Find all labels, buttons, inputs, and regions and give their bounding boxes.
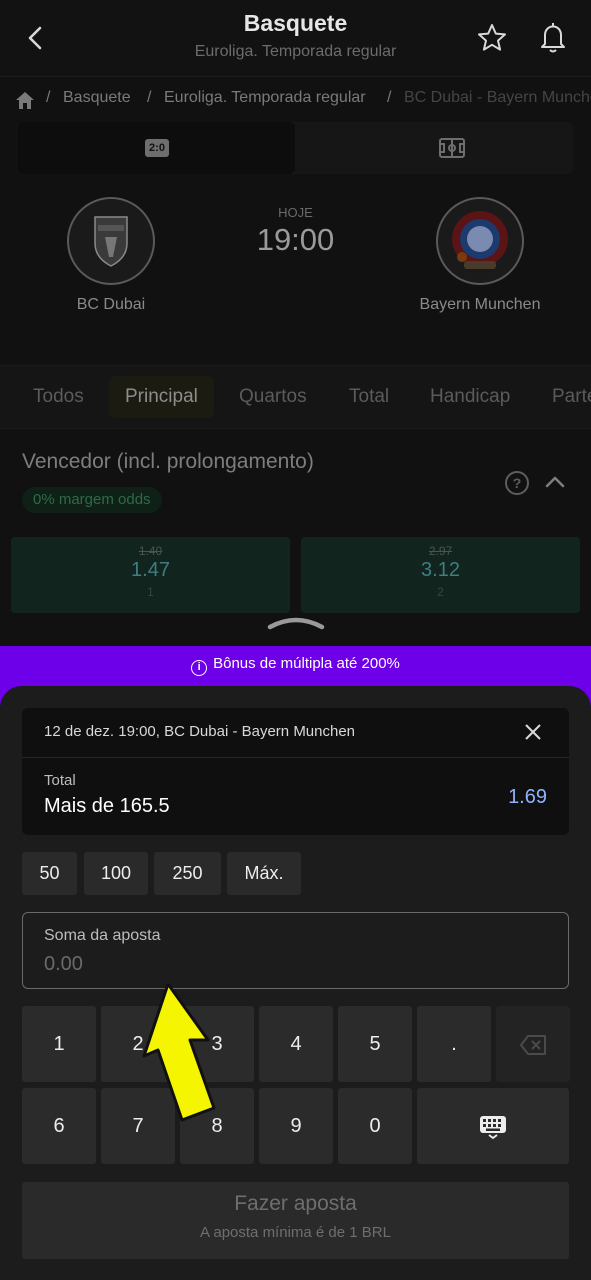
promo-content: i Bônus de múltipla até 200% bbox=[0, 655, 591, 676]
help-icon[interactable]: ? bbox=[505, 471, 529, 495]
bet-market: Total bbox=[44, 772, 76, 789]
breadcrumb-separator: / bbox=[147, 89, 152, 106]
chevron-up-icon[interactable] bbox=[544, 474, 566, 490]
place-bet-button[interactable]: Fazer aposta A aposta mínima é de 1 BRL bbox=[22, 1182, 569, 1259]
bet-outcome: Mais de 165.5 bbox=[44, 795, 170, 817]
key-9[interactable]: 9 bbox=[259, 1088, 333, 1164]
match-day: HOJE bbox=[278, 205, 313, 220]
close-icon[interactable] bbox=[523, 722, 543, 742]
annotation-arrow-icon bbox=[142, 984, 216, 1122]
scoreboard-view-tab[interactable]: 2:0 bbox=[18, 122, 295, 174]
away-team-name: Bayern Munchen bbox=[419, 296, 541, 313]
previous-odd: 1.40 bbox=[138, 544, 163, 558]
breadcrumb: / Basquete / Euroliga. Temporada regular… bbox=[0, 76, 591, 120]
info-icon: i bbox=[191, 660, 208, 676]
app-header: Basquete Euroliga. Temporada regular bbox=[0, 0, 591, 76]
key-4[interactable]: 4 bbox=[259, 1006, 333, 1082]
home-team-name: BC Dubai bbox=[76, 296, 146, 313]
view-toggle: 2:0 bbox=[18, 122, 573, 174]
tab-todos[interactable]: Todos bbox=[33, 376, 84, 418]
minimum-bet-note: A aposta mínima é de 1 BRL bbox=[200, 1224, 391, 1241]
promo-text: Bônus de múltipla até 200% bbox=[213, 655, 400, 672]
odd-value: 3.12 bbox=[421, 559, 460, 581]
breadcrumb-separator: / bbox=[46, 89, 51, 106]
odd-button-home[interactable]: 1.40 1.47 1 bbox=[11, 537, 290, 613]
bet-event: 12 de dez. 19:00, BC Dubai - Bayern Munc… bbox=[44, 723, 356, 740]
outcome-label: 1 bbox=[147, 585, 154, 599]
tab-principal[interactable]: Principal bbox=[109, 376, 214, 418]
stake-input[interactable]: Soma da aposta 0.00 bbox=[22, 912, 569, 989]
key-1[interactable]: 1 bbox=[22, 1006, 96, 1082]
odd-value: 1.47 bbox=[131, 559, 170, 581]
bell-icon[interactable] bbox=[537, 20, 569, 54]
market-tabs: Todos Principal Quartos Total Handicap P… bbox=[0, 365, 591, 429]
stake-label: Soma da aposta bbox=[44, 927, 161, 944]
bet-slip-sheet: 12 de dez. 19:00, BC Dubai - Bayern Munc… bbox=[0, 686, 591, 1280]
outcome-label: 2 bbox=[437, 585, 444, 599]
scoreboard-icon: 2:0 bbox=[145, 139, 169, 157]
bet-odd: 1.69 bbox=[508, 786, 547, 808]
key-5[interactable]: 5 bbox=[338, 1006, 412, 1082]
keyboard-icon bbox=[480, 1115, 506, 1139]
backspace-icon bbox=[520, 1034, 546, 1055]
tab-total[interactable]: Total bbox=[349, 376, 389, 418]
quick-amount-max[interactable]: Máx. bbox=[227, 852, 301, 895]
quick-amount-250[interactable]: 250 bbox=[154, 852, 221, 895]
key-6[interactable]: 6 bbox=[22, 1088, 96, 1164]
breadcrumb-item-league[interactable]: Euroliga. Temporada regular bbox=[164, 89, 366, 107]
sheet-handle-icon[interactable] bbox=[267, 615, 325, 631]
court-view-icon[interactable] bbox=[438, 136, 466, 160]
breadcrumb-separator: / bbox=[387, 89, 392, 106]
breadcrumb-item-match: BC Dubai - Bayern Munchen bbox=[404, 89, 591, 106]
system-keyboard-key[interactable] bbox=[417, 1088, 569, 1164]
place-bet-label: Fazer aposta bbox=[234, 1192, 357, 1215]
tab-quartos[interactable]: Quartos bbox=[239, 376, 307, 418]
home-icon[interactable] bbox=[14, 90, 36, 110]
key-decimal[interactable]: . bbox=[417, 1006, 491, 1082]
breadcrumb-item-sport[interactable]: Basquete bbox=[63, 89, 131, 107]
margin-badge: 0% margem odds bbox=[22, 487, 162, 513]
market-title: Vencedor (incl. prolongamento) bbox=[22, 450, 314, 473]
previous-odd: 2.97 bbox=[428, 544, 453, 558]
bet-slip-card: 12 de dez. 19:00, BC Dubai - Bayern Munc… bbox=[22, 708, 569, 835]
odd-button-away[interactable]: 2.97 3.12 2 bbox=[301, 537, 580, 613]
backspace-key[interactable] bbox=[496, 1006, 570, 1082]
bet-slip-header: 12 de dez. 19:00, BC Dubai - Bayern Munc… bbox=[22, 708, 569, 758]
tab-handicap[interactable]: Handicap bbox=[430, 376, 510, 418]
match-time: 19:00 bbox=[256, 222, 335, 257]
quick-amount-50[interactable]: 50 bbox=[22, 852, 77, 895]
tab-parte[interactable]: Parte bbox=[552, 376, 591, 418]
star-icon[interactable] bbox=[476, 22, 508, 54]
quick-amount-100[interactable]: 100 bbox=[84, 852, 148, 895]
match-page: / Basquete / Euroliga. Temporada regular… bbox=[0, 76, 591, 646]
stake-placeholder: 0.00 bbox=[44, 953, 83, 975]
key-0[interactable]: 0 bbox=[338, 1088, 412, 1164]
